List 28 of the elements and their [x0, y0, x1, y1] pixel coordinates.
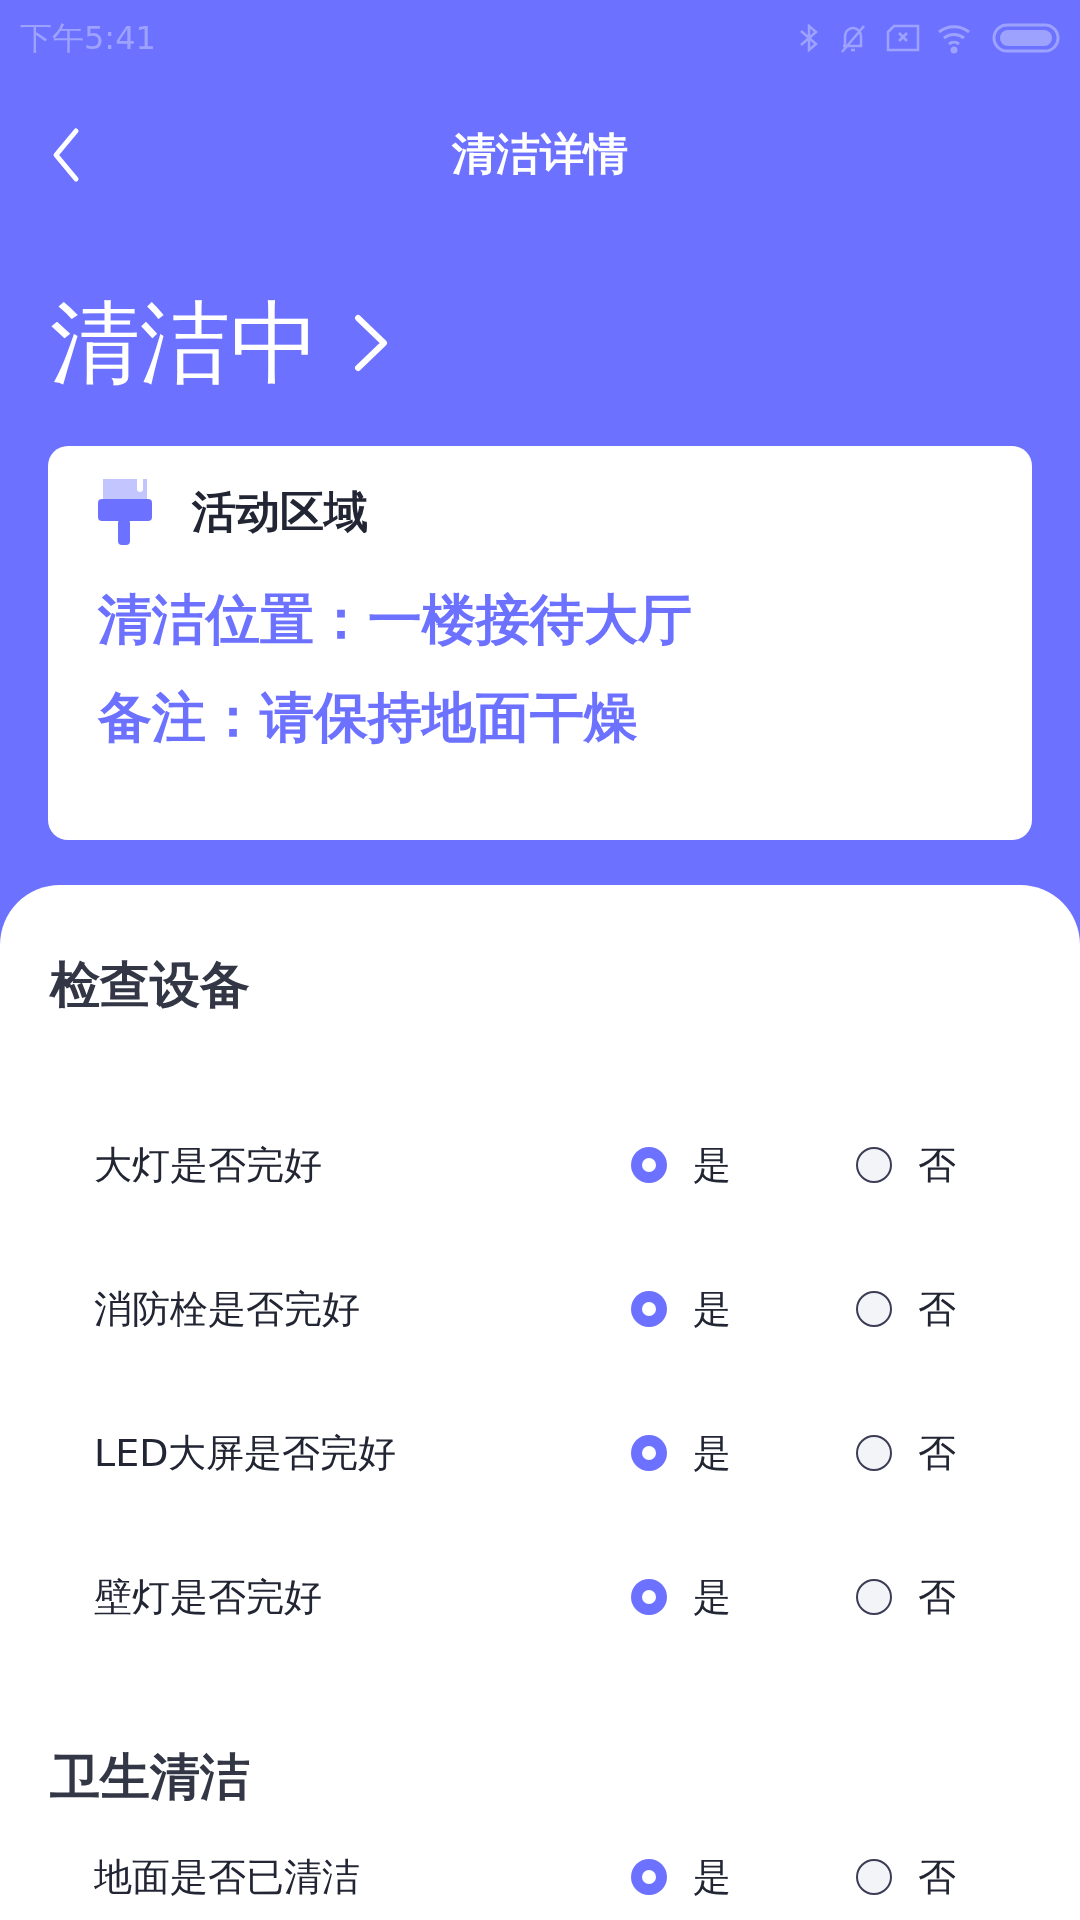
radio-option[interactable]: 否 [855, 1280, 1080, 1338]
question-label: 壁灯是否完好 [94, 1573, 323, 1621]
radio-option[interactable]: 否 [855, 1848, 1080, 1906]
chevron-right-icon [354, 314, 388, 372]
card-detail-text: 清洁位置：一楼接待大厅 [98, 587, 693, 653]
radio-option[interactable]: 是 [631, 1280, 856, 1338]
card-title: 活动区域 [192, 485, 368, 539]
back-icon [52, 127, 80, 183]
question-label: 大灯是否完好 [94, 1141, 323, 1189]
section-title: 卫生清洁 [50, 1747, 251, 1807]
radio-option[interactable]: 是 [631, 1136, 856, 1194]
bluetooth-icon [798, 22, 820, 54]
radio-option[interactable]: 是 [631, 1848, 856, 1906]
sim-card-icon [886, 23, 920, 53]
status-link[interactable]: 清洁中 [50, 298, 388, 388]
radio-option[interactable]: 是 [631, 1568, 856, 1626]
page-title: 清洁详情 [452, 127, 628, 181]
radio-option[interactable]: 否 [855, 1424, 1080, 1482]
radio-option[interactable]: 否 [855, 1136, 1080, 1194]
radio-option[interactable]: 是 [631, 1424, 856, 1482]
question-label: LED大屏是否完好 [94, 1429, 398, 1477]
question-label: 消防栓是否完好 [94, 1285, 361, 1333]
question-label: 地面是否已清洁 [94, 1853, 361, 1901]
battery-icon [992, 23, 1060, 53]
card-detail-text: 备注：请保持地面干燥 [98, 685, 639, 751]
radio-option[interactable]: 否 [855, 1568, 1080, 1626]
paint-brush-icon [98, 479, 152, 545]
section-title: 检查设备 [50, 955, 251, 1015]
